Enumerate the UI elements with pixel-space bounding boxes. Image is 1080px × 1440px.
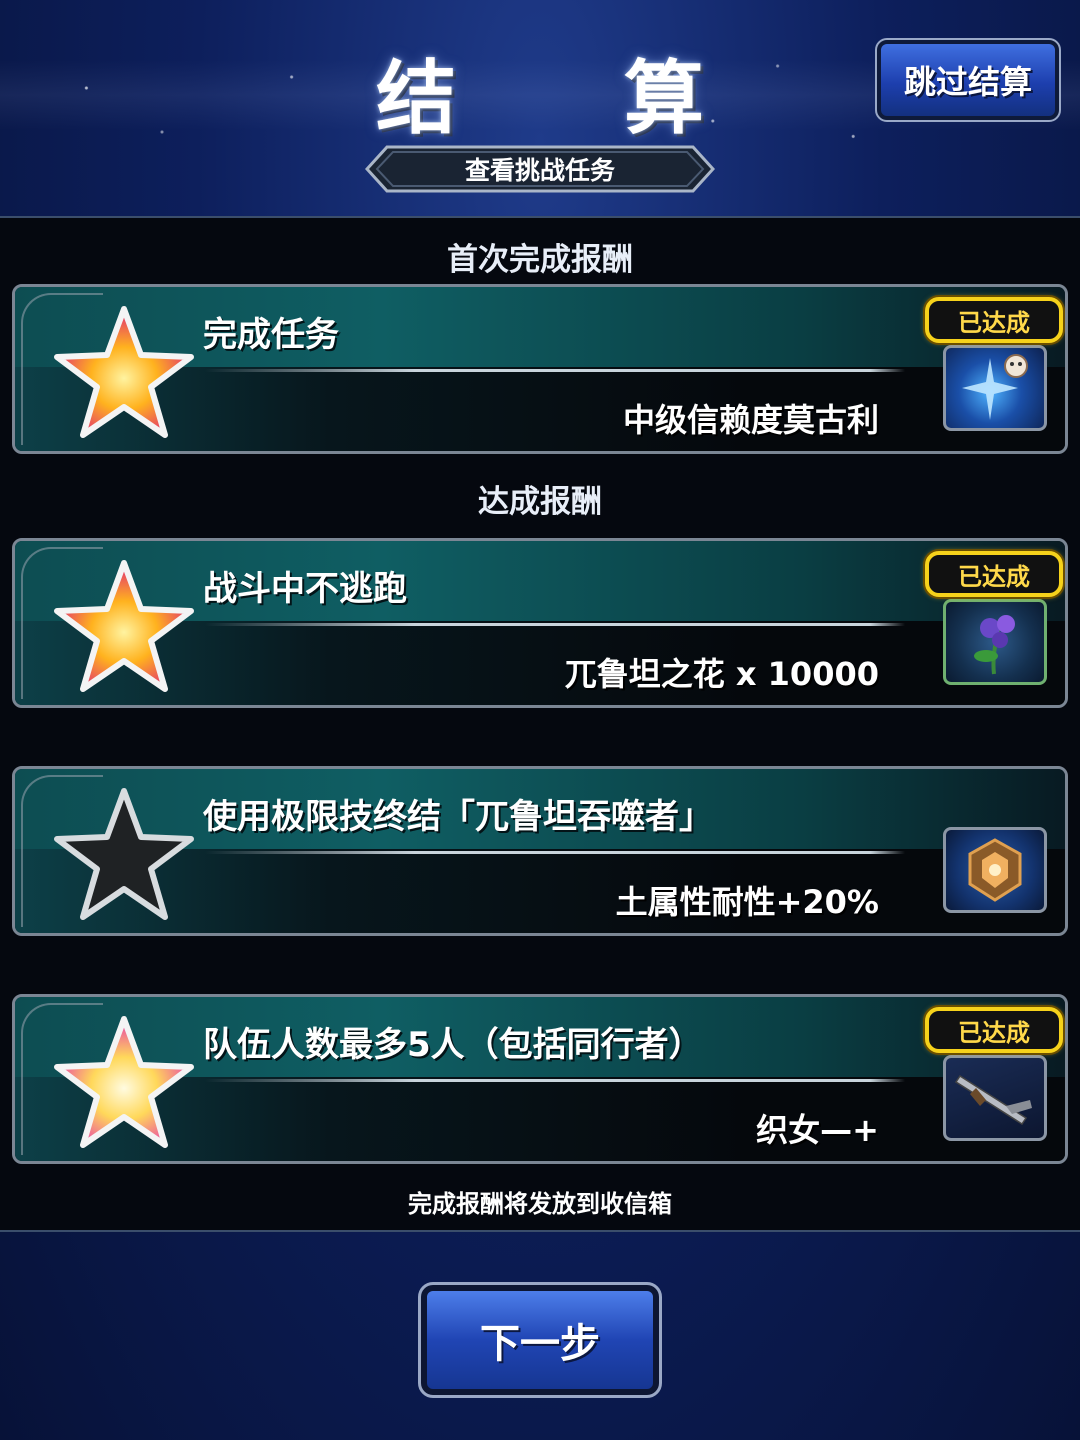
achievement-reward-heading: 达成报酬 xyxy=(478,484,602,520)
mission-card: 使用极限技终结「兀鲁坦吞噬者」 土属性耐性+20% xyxy=(12,766,1068,936)
inbox-notice: 完成报酬将发放到收信箱 xyxy=(408,1190,672,1218)
reward-name: 土属性耐性+20% xyxy=(615,883,879,921)
next-button[interactable]: 下一步 xyxy=(418,1282,662,1398)
purple-flower-icon xyxy=(943,599,1047,685)
empty-star-icon xyxy=(54,788,194,920)
results-panel: 首次完成报酬 完成任务 中级信赖度莫古利 已达成 达成报酬 战斗中不逃跑 兀鲁坦… xyxy=(0,216,1080,1232)
achieved-badge: 已达成 xyxy=(925,551,1063,597)
skip-settlement-button[interactable]: 跳过结算 xyxy=(875,38,1061,122)
mission-divider xyxy=(205,369,905,372)
view-challenges-button[interactable]: 查看挑战任务 xyxy=(365,145,715,193)
gold-star-icon xyxy=(54,306,194,438)
mission-name: 完成任务 xyxy=(203,315,339,355)
mission-name: 使用极限技终结「兀鲁坦吞噬者」 xyxy=(203,797,713,837)
gun-icon xyxy=(943,1055,1047,1141)
challenge-button-label: 查看挑战任务 xyxy=(464,156,615,185)
mission-divider xyxy=(205,851,905,854)
mission-card: 队伍人数最多5人（包括同行者） 织女—+ 已达成 xyxy=(12,994,1068,1164)
reward-name: 织女—+ xyxy=(756,1111,879,1149)
moogle-crystal-icon xyxy=(943,345,1047,431)
mission-divider xyxy=(205,623,905,626)
gold-star-icon xyxy=(54,1016,194,1148)
mission-name: 战斗中不逃跑 xyxy=(203,569,407,609)
gold-star-icon xyxy=(54,560,194,692)
mission-card: 完成任务 中级信赖度莫古利 已达成 xyxy=(12,284,1068,454)
achieved-badge: 已达成 xyxy=(925,1007,1063,1053)
earth-gem-icon xyxy=(943,827,1047,913)
mission-card: 战斗中不逃跑 兀鲁坦之花 x 10000 已达成 xyxy=(12,538,1068,708)
mission-name: 队伍人数最多5人（包括同行者） xyxy=(203,1025,703,1065)
first-clear-reward-heading: 首次完成报酬 xyxy=(447,242,633,278)
achieved-badge: 已达成 xyxy=(925,297,1063,343)
mission-divider xyxy=(205,1079,905,1082)
reward-name: 中级信赖度莫古利 xyxy=(622,401,879,439)
reward-name: 兀鲁坦之花 x 10000 xyxy=(564,655,879,693)
